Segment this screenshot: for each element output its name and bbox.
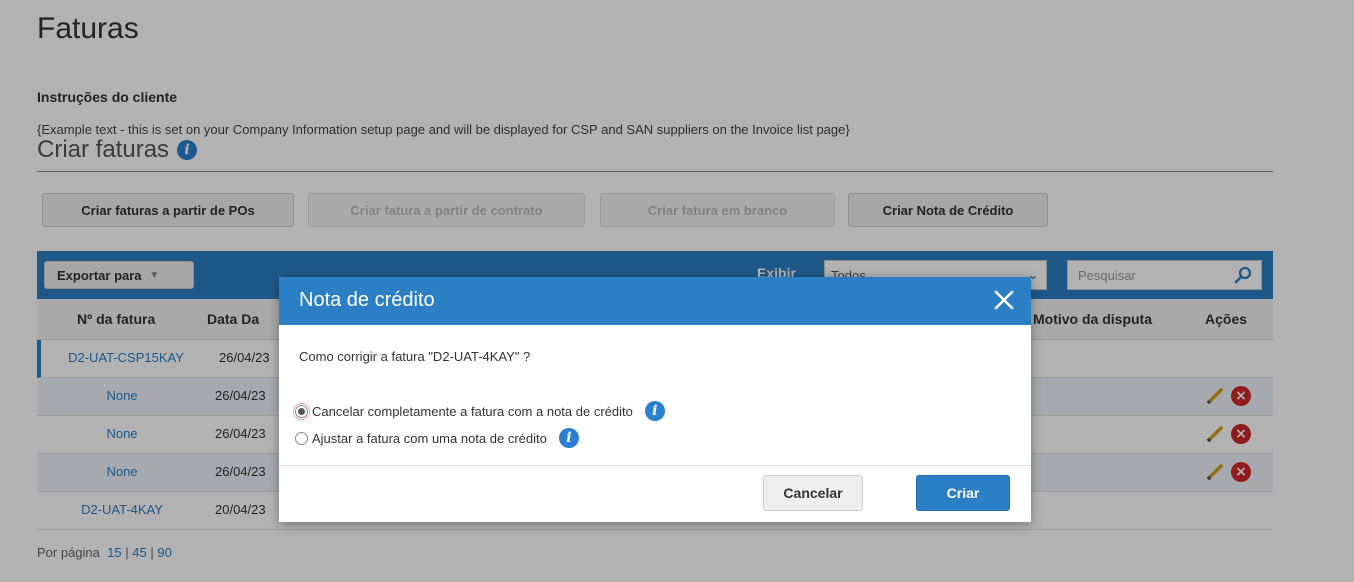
create-button[interactable]: Criar <box>916 475 1010 511</box>
dialog-question: Como corrigir a fatura "D2-UAT-4KAY" ? <box>299 349 531 364</box>
info-icon[interactable]: i <box>558 428 579 448</box>
info-icon[interactable]: i <box>644 401 665 421</box>
radio-cancel-invoice[interactable] <box>293 402 310 420</box>
dialog-title: Nota de crédito <box>299 289 435 311</box>
dialog-header: Nota de crédito <box>279 277 1031 325</box>
dialog-footer-divider <box>279 465 1031 466</box>
option-adjust-invoice[interactable]: Ajustar a fatura com uma nota de crédito… <box>295 428 579 448</box>
option-cancel-invoice[interactable]: Cancelar completamente a fatura com a no… <box>293 401 665 421</box>
cancel-button[interactable]: Cancelar <box>763 475 863 511</box>
credit-note-dialog: Nota de crédito Como corrigir a fatura "… <box>279 277 1031 522</box>
option-adjust-label[interactable]: Ajustar a fatura com uma nota de crédito <box>312 431 547 446</box>
option-cancel-label[interactable]: Cancelar completamente a fatura com a no… <box>312 404 633 419</box>
close-icon[interactable] <box>991 287 1017 313</box>
radio-adjust-invoice[interactable] <box>295 431 308 445</box>
